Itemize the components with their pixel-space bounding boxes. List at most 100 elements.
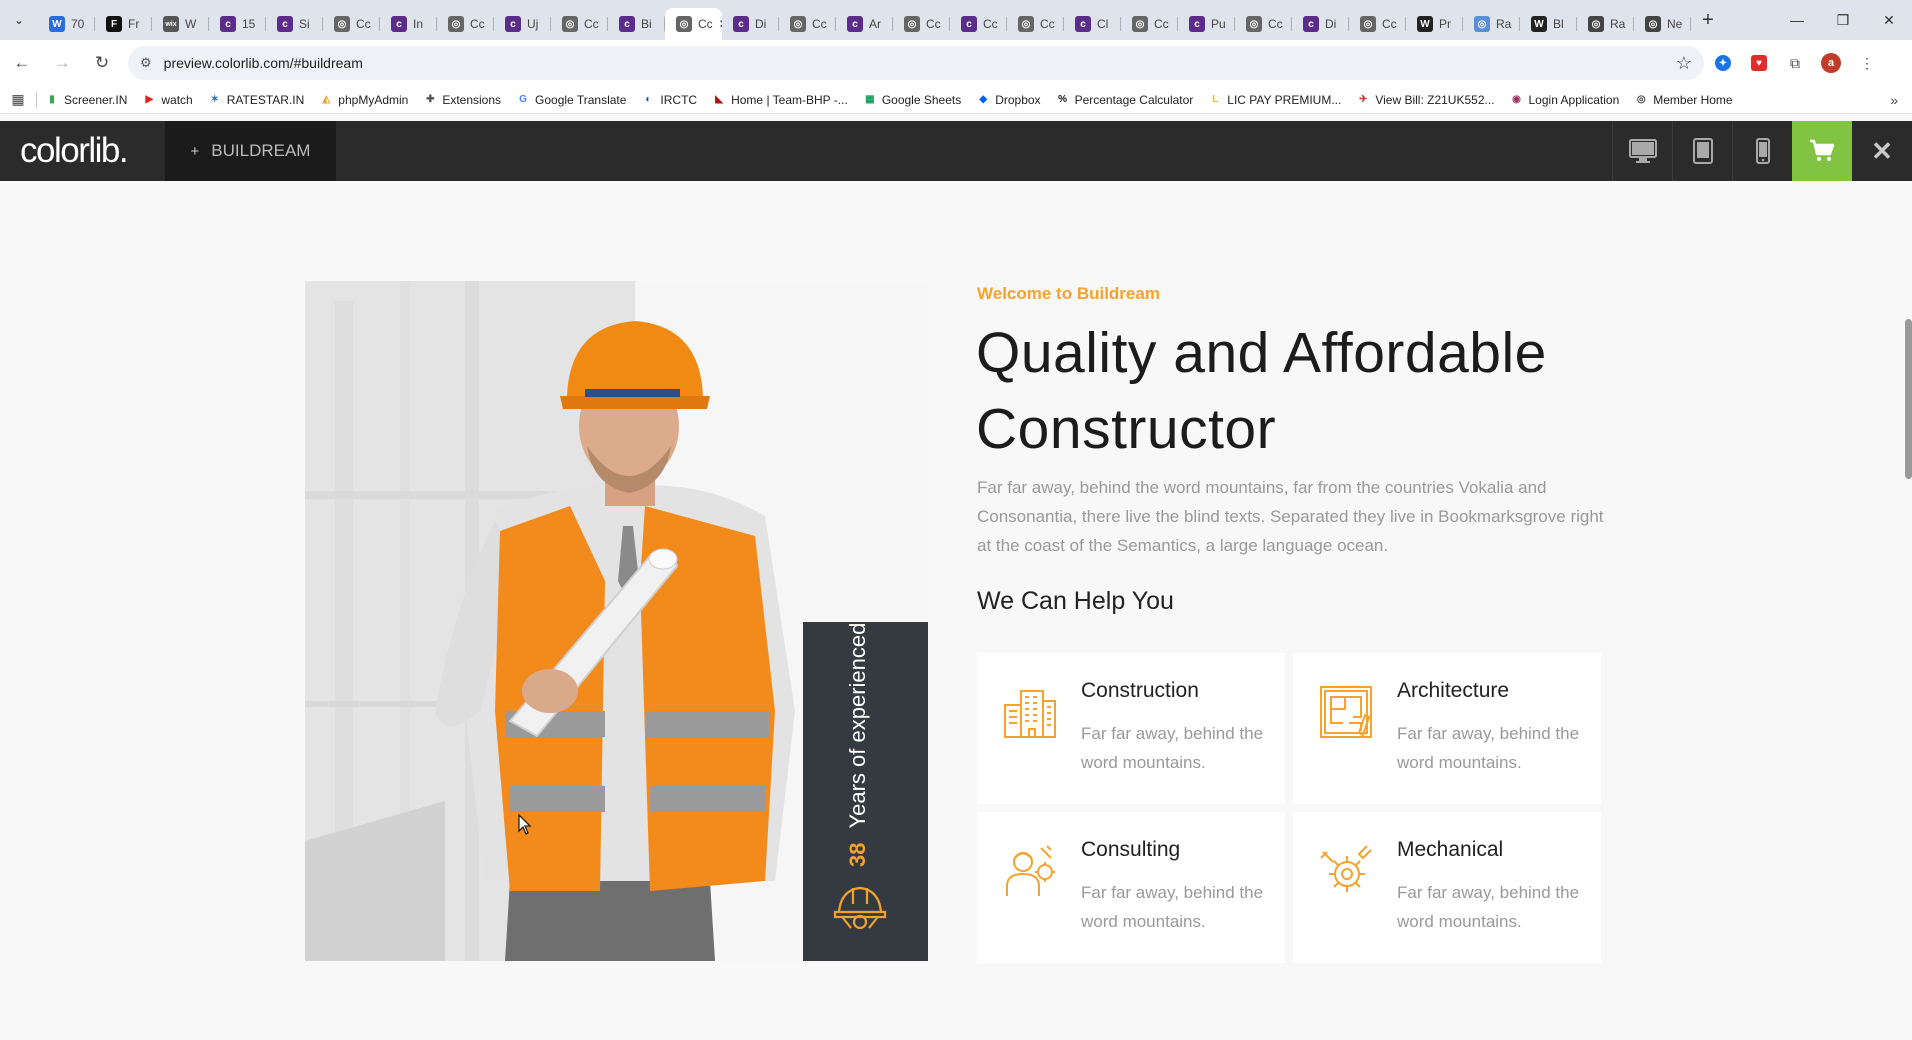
browser-tab[interactable]: c Uj	[494, 8, 551, 40]
mobile-view-button[interactable]	[1732, 121, 1792, 181]
browser-tab[interactable]: W 70	[38, 8, 95, 40]
forward-button[interactable]: →	[44, 45, 80, 81]
desktop-view-button[interactable]	[1612, 121, 1672, 181]
shopping-cart-icon	[1810, 139, 1835, 161]
tab-favicon-icon: c	[847, 16, 863, 32]
address-bar[interactable]: ⚙ preview.colorlib.com/#buildream ☆	[128, 46, 1704, 80]
tablet-view-button[interactable]	[1672, 121, 1732, 181]
bookmark-item[interactable]: ✈ View Bill: Z21UK552...	[1356, 93, 1494, 107]
bookmark-item[interactable]: % Percentage Calculator	[1056, 93, 1193, 107]
bar-chart-icon: ▮	[49, 94, 55, 105]
tab-title: Cl	[1097, 17, 1109, 31]
page-scrollbar[interactable]	[1905, 319, 1912, 479]
profile-button[interactable]: a	[1814, 46, 1848, 80]
tab-title: Pu	[1211, 17, 1226, 31]
theme-switcher[interactable]: + BUILDREAM	[165, 121, 336, 181]
tab-favicon-icon: c	[1075, 16, 1091, 32]
experience-label: Years of experienced	[845, 622, 870, 829]
back-button[interactable]: ←	[4, 45, 40, 81]
browser-tab[interactable]: W Pr	[1406, 8, 1463, 40]
experience-text: 38 Years of experienced	[845, 623, 871, 867]
tab-favicon-icon: wix	[163, 16, 179, 32]
bookmark-item[interactable]: ◆ Dropbox	[976, 93, 1040, 107]
tab-title: Cc	[584, 17, 599, 31]
tab-favicon-icon: ◎	[1018, 16, 1034, 32]
bookmark-item[interactable]: ◣ Home | Team-BHP -...	[712, 93, 848, 107]
consultant-icon	[1006, 845, 1055, 896]
arrow-left-icon: ←	[13, 53, 31, 72]
browser-tab[interactable]: ◎ Cc	[1349, 8, 1406, 40]
service-card-mechanical[interactable]: Mechanical Far far away, behind the word…	[1293, 812, 1601, 963]
bookmark-item[interactable]: ◎ Member Home	[1634, 93, 1733, 107]
browser-tab[interactable]: ◎Cc✕	[665, 8, 722, 40]
browser-tab[interactable]: c Di	[1292, 8, 1349, 40]
bookmark-item[interactable]: ▶ watch	[142, 92, 193, 107]
browser-tab[interactable]: ◎ Cc	[1007, 8, 1064, 40]
browser-tab-strip: ⌄ W70FFrwixWc15cSi◎CccIn◎CccUj◎CccBi◎Cc✕…	[0, 0, 1912, 40]
new-tab-button[interactable]: +	[1691, 0, 1725, 40]
browser-tab[interactable]: c Cc	[950, 8, 1007, 40]
window-close-button[interactable]: ✕	[1866, 0, 1912, 40]
service-card-construction[interactable]: Construction Far far away, behind the wo…	[977, 653, 1285, 804]
browser-tab[interactable]: ◎ Cc	[1235, 8, 1292, 40]
browser-tab[interactable]: c Ar	[836, 8, 893, 40]
bookmarks-bar: ▦ ▮ Screener.IN ▶ watch ✶ RATESTAR.IN ◭ phpMyAd…	[0, 86, 1912, 114]
service-card-consulting[interactable]: Consulting Far far away, behind the word…	[977, 812, 1285, 963]
tab-title: Ra	[1496, 17, 1512, 31]
page-content: 38 Years of experienced Welcome to Build…	[0, 181, 1912, 1040]
tab-favicon-icon: c	[505, 16, 521, 32]
browser-tab[interactable]: c 15	[209, 8, 266, 40]
more-bookmarks-chevron-icon[interactable]: »	[1890, 92, 1898, 108]
bookmark-star-icon[interactable]: ☆	[1676, 53, 1692, 74]
browser-tab[interactable]: ◎ Cc	[1121, 8, 1178, 40]
browser-tab[interactable]: c Bi	[608, 8, 665, 40]
reload-button[interactable]: ↻	[84, 45, 120, 81]
bookmark-item[interactable]: ▮ Screener.IN	[45, 93, 127, 107]
close-preview-button[interactable]: ✕	[1852, 121, 1912, 181]
browser-tab[interactable]: ◎ Cc	[893, 8, 950, 40]
restore-button[interactable]: ❐	[1820, 0, 1866, 40]
browser-tab[interactable]: ◎ Cc	[323, 8, 380, 40]
browser-tab[interactable]: c Pu	[1178, 8, 1235, 40]
phpmyadmin-icon: ◭	[322, 94, 331, 105]
bookmark-item[interactable]: ▦ Google Sheets	[863, 93, 961, 107]
bookmark-item[interactable]: G Google Translate	[516, 93, 626, 107]
browser-tab[interactable]: c Si	[266, 8, 323, 40]
browser-tab[interactable]: ◎ Ne	[1634, 8, 1691, 40]
bookmark-item[interactable]: ◐ IRCTC	[641, 93, 697, 107]
browser-tab[interactable]: ◎ Cc	[437, 8, 494, 40]
browser-tab[interactable]: c In	[380, 8, 437, 40]
tab-favicon-icon: c	[220, 16, 236, 32]
extension-button-2[interactable]: ♥	[1742, 46, 1776, 80]
bookmark-item[interactable]: L LIC PAY PREMIUM...	[1208, 93, 1341, 107]
minimize-button[interactable]: —	[1774, 0, 1820, 40]
browser-tab[interactable]: ◎ Cc	[779, 8, 836, 40]
browser-tab[interactable]: W Bl	[1520, 8, 1577, 40]
bookmark-item[interactable]: ✚ Extensions	[423, 93, 501, 107]
browser-tab[interactable]: ◎ Cc	[551, 8, 608, 40]
buy-button[interactable]	[1792, 121, 1852, 181]
browser-tab[interactable]: F Fr	[95, 8, 152, 40]
bookmark-item[interactable]: ✶ RATESTAR.IN	[208, 93, 305, 107]
bookmark-item[interactable]: ◭ phpMyAdmin	[319, 93, 408, 107]
site-info-icon[interactable]: ⚙	[140, 55, 152, 71]
service-card-architecture[interactable]: Architecture Far far away, behind the wo…	[1293, 653, 1601, 804]
desktop-icon	[1628, 139, 1657, 163]
tab-search-button[interactable]: ⌄	[0, 0, 38, 40]
bookmark-item[interactable]: ◉ Login Application	[1510, 93, 1619, 107]
browser-tab[interactable]: ◎ Ra	[1577, 8, 1634, 40]
extension-button-1[interactable]: ✦	[1706, 46, 1740, 80]
browser-tab[interactable]: ◎ Ra	[1463, 8, 1520, 40]
browser-tab[interactable]: c Cl	[1064, 8, 1121, 40]
service-text: Far far away, behind the word mountains.	[1397, 883, 1580, 931]
browser-menu-button[interactable]: ⋮	[1850, 46, 1884, 80]
lic-icon: L	[1212, 94, 1219, 105]
browser-tab[interactable]: c Di	[722, 8, 779, 40]
colorlib-logo[interactable]: colorlib.	[0, 131, 164, 171]
tab-title: Cc	[983, 17, 998, 31]
plus-icon: +	[1702, 8, 1714, 31]
extensions-menu-button[interactable]: ⧉	[1778, 46, 1812, 80]
apps-grid-icon[interactable]: ▦	[0, 91, 36, 108]
browser-tab[interactable]: wix W	[152, 8, 209, 40]
bookmark-label: watch	[161, 92, 193, 107]
